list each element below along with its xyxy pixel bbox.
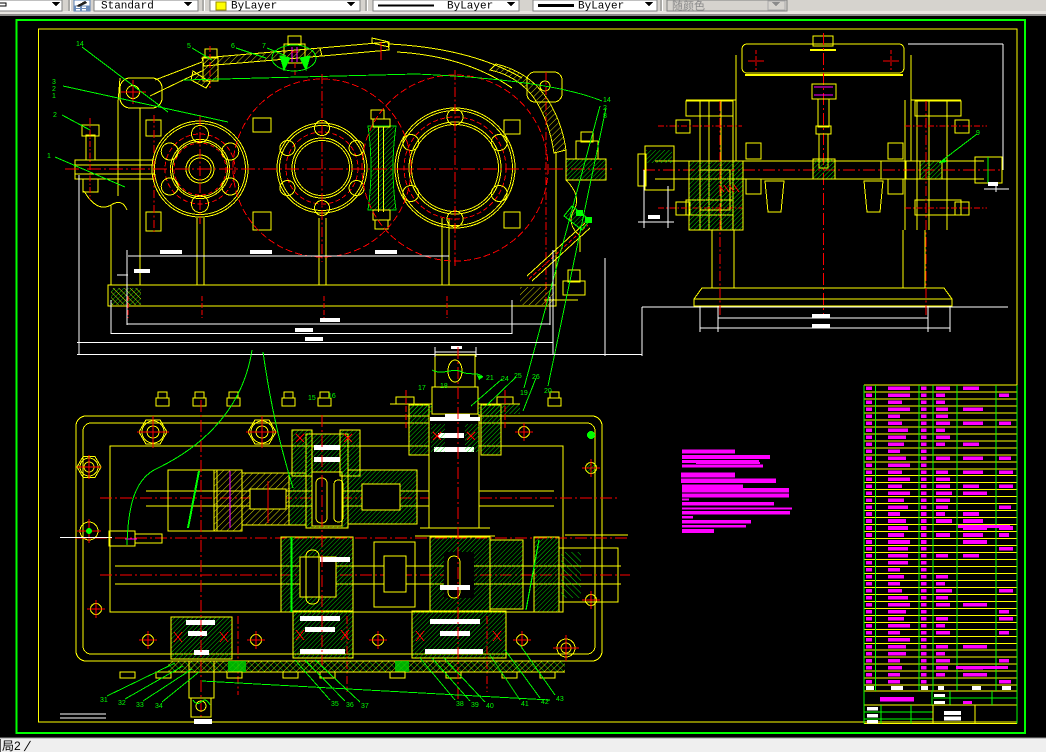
svg-text:8: 8 [603,113,607,120]
svg-text:17: 17 [418,385,426,392]
svg-text:33: 33 [136,702,144,709]
svg-text:15: 15 [308,395,316,402]
svg-text:26: 26 [532,374,540,381]
svg-text:9: 9 [976,130,980,137]
svg-text:2: 2 [52,86,56,93]
svg-text:35: 35 [331,701,339,708]
svg-text:1: 1 [52,93,56,100]
svg-text:随颜色: 随颜色 [672,0,705,13]
svg-text:7: 7 [262,43,266,50]
svg-text:21: 21 [486,375,494,382]
svg-text:局2: 局2 [2,739,21,752]
svg-text:Standard: Standard [101,1,154,13]
svg-text:41: 41 [521,701,529,708]
svg-text:39: 39 [471,702,479,709]
svg-text:ByLayer: ByLayer [231,1,277,13]
svg-text:5: 5 [187,43,191,50]
svg-text:18: 18 [440,383,448,390]
svg-text:42: 42 [541,699,549,706]
svg-text:14: 14 [603,97,611,104]
svg-text:36: 36 [346,702,354,709]
svg-text:3: 3 [52,79,56,86]
svg-text:14: 14 [76,41,84,48]
svg-text:20: 20 [544,388,552,395]
svg-text:16: 16 [328,393,336,400]
svg-text:38: 38 [456,701,464,708]
svg-text:2: 2 [53,112,57,119]
svg-text:31: 31 [100,697,108,704]
svg-text:43: 43 [556,696,564,703]
svg-text:37: 37 [361,703,369,710]
svg-text:19: 19 [520,390,528,397]
svg-text:40: 40 [486,703,494,710]
svg-text:ByLayer: ByLayer [447,1,493,13]
svg-text:1: 1 [47,153,51,160]
svg-text:25: 25 [514,373,522,380]
svg-text:2: 2 [603,105,607,112]
svg-text:6: 6 [231,43,235,50]
svg-text:ByLayer: ByLayer [578,1,624,13]
svg-text:34: 34 [155,703,163,710]
svg-text:24: 24 [501,376,509,383]
svg-text:32: 32 [118,700,126,707]
